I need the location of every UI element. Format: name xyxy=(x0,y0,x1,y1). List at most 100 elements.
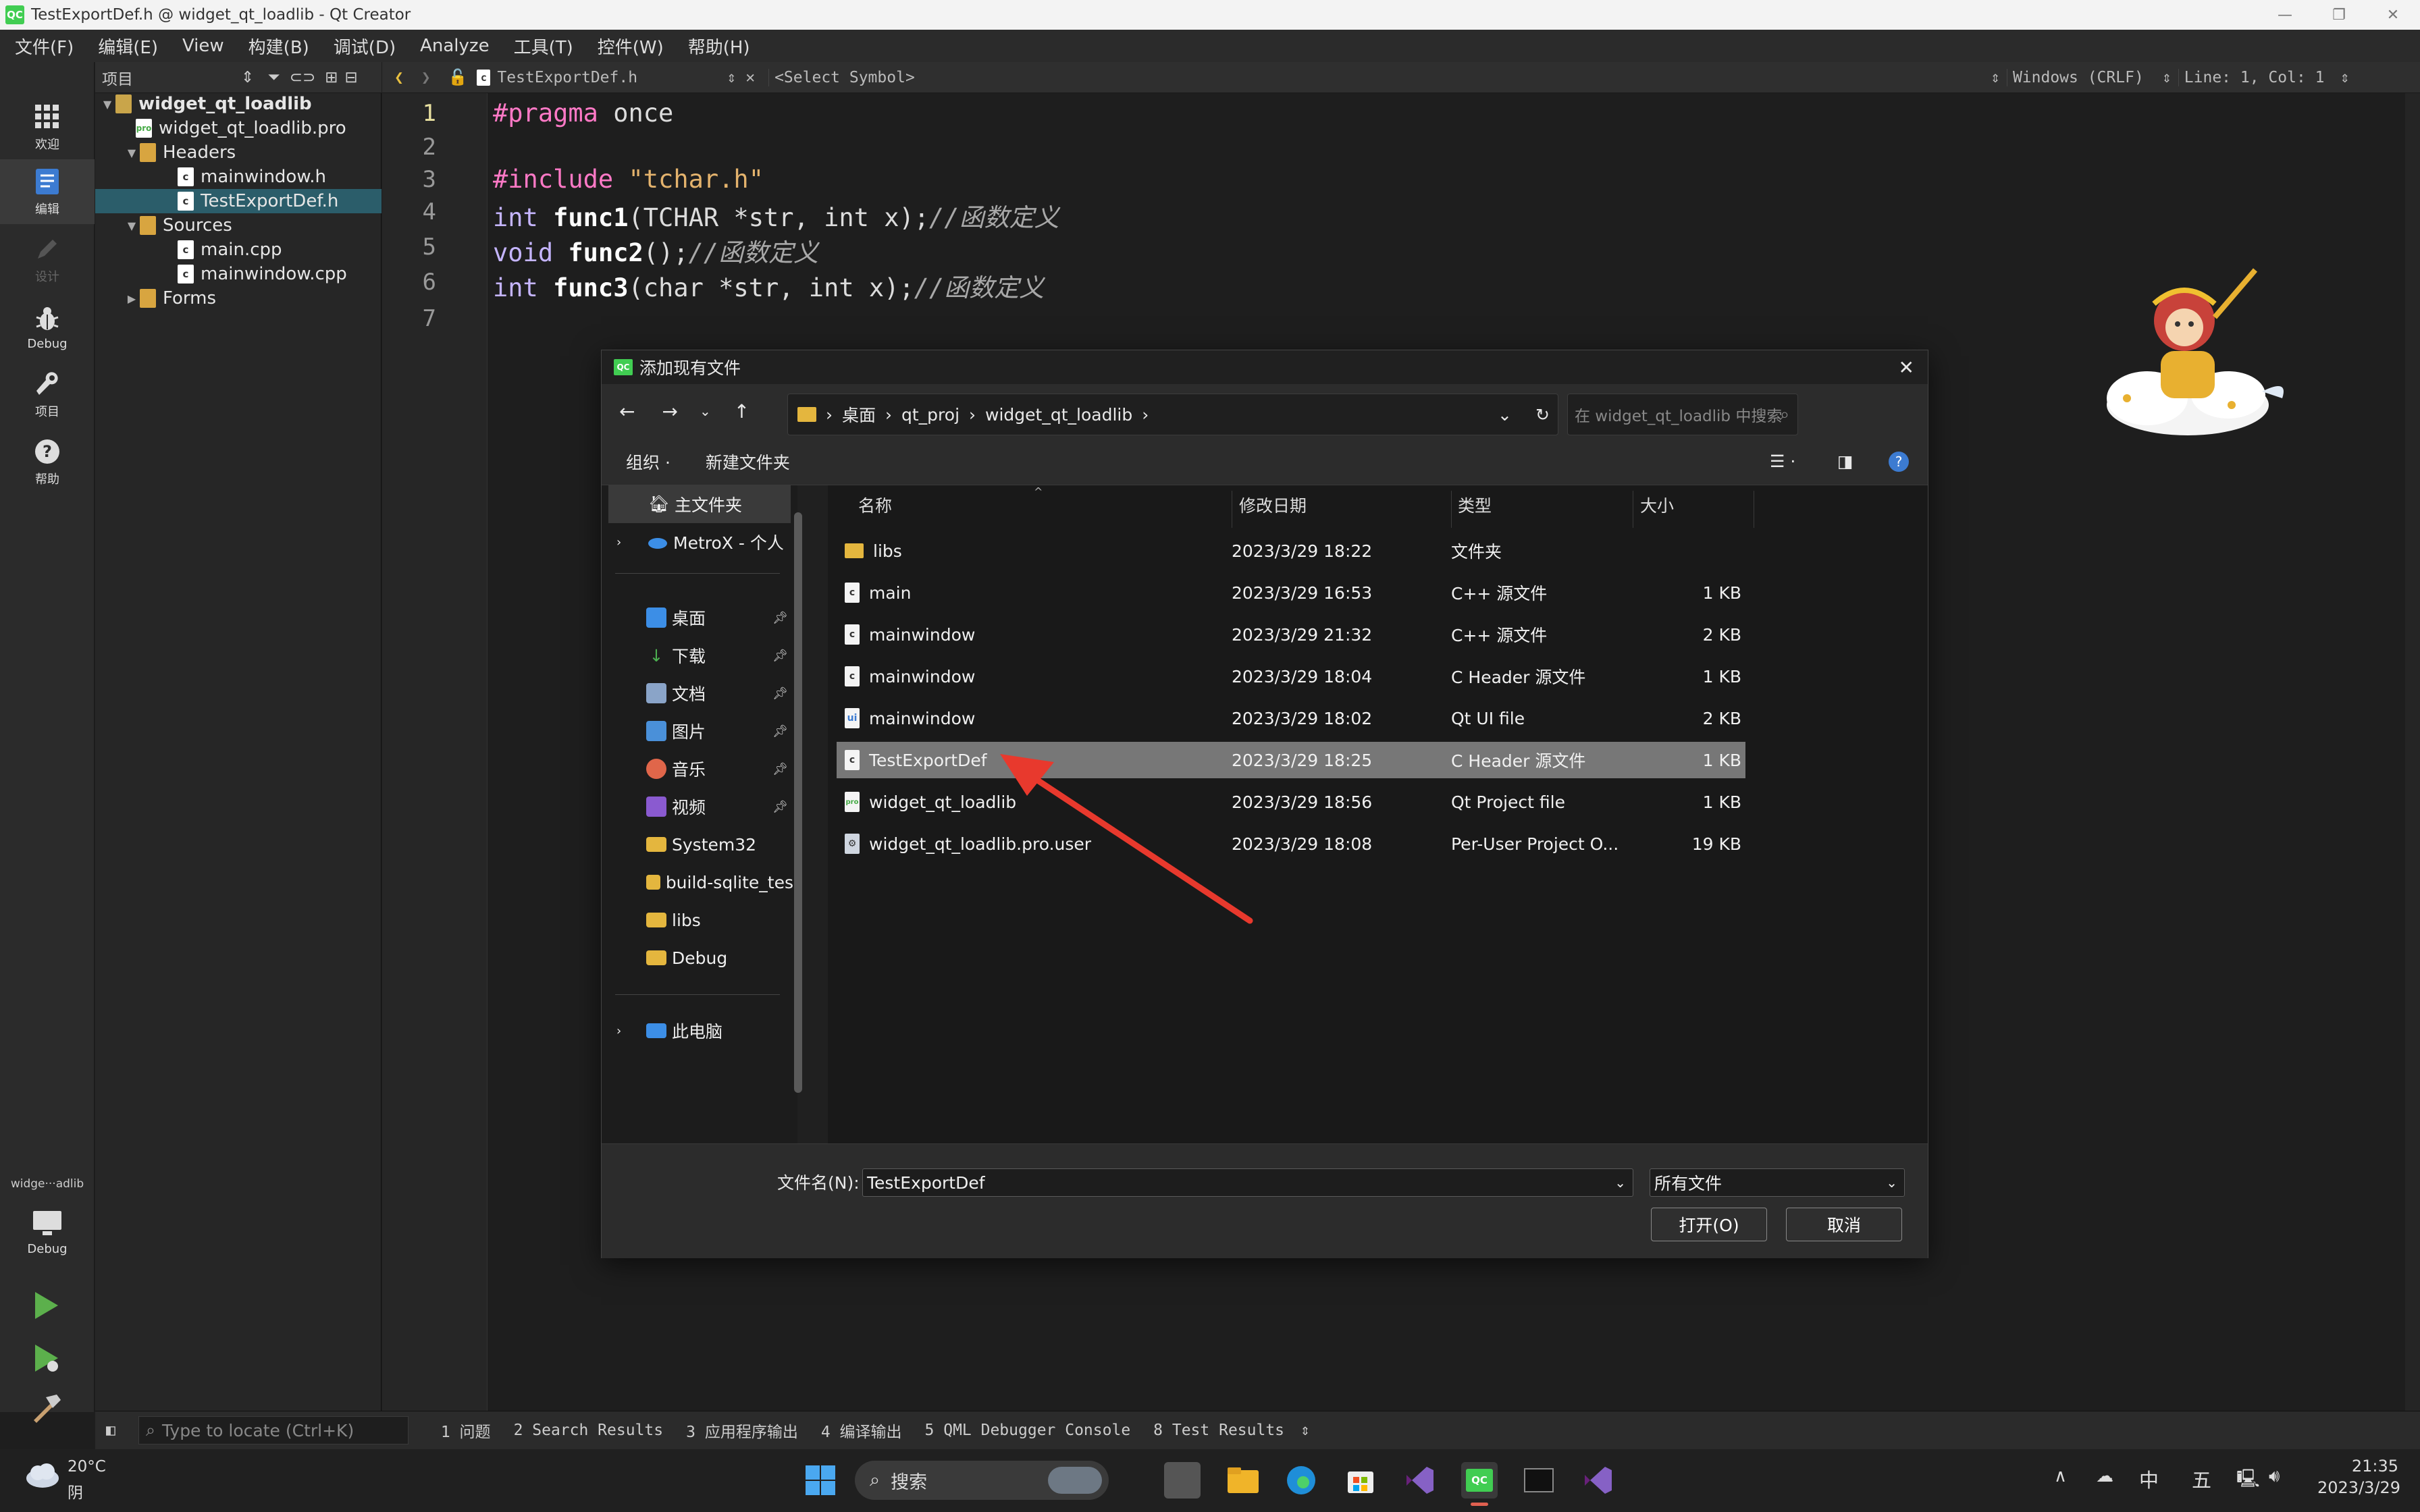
run-button[interactable] xyxy=(30,1289,62,1322)
menu-help[interactable]: 帮助(H) xyxy=(672,34,758,59)
forward-arrow-icon[interactable]: ❯ xyxy=(421,69,431,86)
expand-arrow-icon[interactable]: ▼ xyxy=(124,146,140,159)
collapse-arrow-icon[interactable]: ▶ xyxy=(124,292,140,305)
symbol-selector-arrow-icon[interactable]: ⇕ xyxy=(1991,69,2000,86)
open-button[interactable]: 打开(O) xyxy=(1651,1208,1767,1241)
file-row[interactable]: ui mainwindow 2023/3/29 18:02 Qt UI file … xyxy=(837,700,1745,736)
network-icon[interactable]: 🖳︎ xyxy=(2236,1466,2260,1496)
file-selector-arrow-icon[interactable]: ⇕ xyxy=(727,69,736,86)
expand-arrow-icon[interactable]: › xyxy=(616,1024,646,1038)
back-arrow-icon[interactable]: ← xyxy=(619,400,635,423)
tree-sources[interactable]: ▼ Sources xyxy=(95,213,382,238)
lock-icon[interactable]: 🔓 xyxy=(448,68,468,86)
minimize-button[interactable]: — xyxy=(2258,0,2312,30)
start-windows-icon[interactable] xyxy=(802,1462,839,1498)
locator-input[interactable]: ⌕ Type to locate (Ctrl+K) xyxy=(138,1416,409,1444)
output-tab-qml-console[interactable]: 5 QML Debugger Console xyxy=(925,1422,1131,1439)
forward-arrow-icon[interactable]: → xyxy=(662,400,677,423)
organize-button[interactable]: 组织 · xyxy=(626,450,670,474)
editor-vertical-scrollbar[interactable] xyxy=(2405,93,2420,1411)
pin-icon[interactable]: 📌︎ xyxy=(772,724,788,738)
symbol-selector[interactable]: <Select Symbol> xyxy=(768,68,1991,86)
tray-overflow-icon[interactable]: ∧ xyxy=(2054,1466,2067,1486)
target-selector[interactable]: Debug xyxy=(0,1195,95,1269)
nav-onedrive[interactable]: › MetroX - 个人 xyxy=(602,523,793,561)
toggle-sidebar-icon[interactable]: ◧ xyxy=(106,1422,115,1439)
nav-desktop[interactable]: 桌面 📌︎ xyxy=(602,599,793,637)
breadcrumb-desktop[interactable]: 桌面 xyxy=(842,402,876,427)
maximize-button[interactable]: ❐ xyxy=(2312,0,2366,30)
breadcrumb-project[interactable]: widget_qt_loadlib xyxy=(985,405,1132,425)
volume-icon[interactable]: 🔊︎ xyxy=(2269,1466,2280,1487)
store-icon[interactable] xyxy=(1342,1462,1379,1498)
menu-view[interactable]: View xyxy=(166,36,232,56)
visual-studio-icon[interactable] xyxy=(1402,1462,1438,1498)
address-bar[interactable]: › 桌面 › qt_proj › widget_qt_loadlib › ⌄ ↻ xyxy=(787,394,1558,435)
weather-temp[interactable]: 20°C xyxy=(68,1458,106,1476)
file-row[interactable]: c mainwindow 2023/3/29 18:04 C Header 源文件… xyxy=(837,658,1745,695)
column-header-date[interactable]: 修改日期 xyxy=(1239,491,1307,519)
mode-design[interactable]: 设计 xyxy=(0,227,95,292)
taskbar-search-box[interactable]: ⌕ 搜索 xyxy=(855,1461,1109,1500)
breadcrumb-qt-proj[interactable]: qt_proj xyxy=(901,405,959,425)
nav-home[interactable]: 🏠︎ 主文件夹 xyxy=(608,485,791,523)
file-row-selected[interactable]: c TestExportDef 2023/3/29 18:25 C Header … xyxy=(837,742,1745,778)
nav-folder-system32[interactable]: System32 xyxy=(602,826,793,863)
menu-build[interactable]: 构建(B) xyxy=(232,34,317,59)
folder-search-input[interactable]: 在 widget_qt_loadlib 中搜索 ⌕ xyxy=(1567,394,1798,435)
pin-icon[interactable]: 📌︎ xyxy=(772,762,788,776)
onedrive-cloud-icon[interactable]: ☁ xyxy=(2096,1466,2113,1486)
menu-analyze[interactable]: Analyze xyxy=(404,36,497,56)
file-row[interactable]: c mainwindow 2023/3/29 21:32 C++ 源文件 2 KB xyxy=(837,616,1745,653)
nav-this-pc[interactable]: › 此电脑 xyxy=(602,1012,793,1050)
mode-edit[interactable]: 编辑 xyxy=(0,159,95,224)
tree-project-root[interactable]: ▼ widget_qt_loadlib xyxy=(95,92,382,116)
link-icon[interactable]: ⊂⊃ xyxy=(290,69,316,86)
split-icon[interactable]: ⊞ xyxy=(325,69,338,86)
filter-icon[interactable]: ⏷ xyxy=(267,69,280,86)
debug-run-button[interactable] xyxy=(30,1342,62,1374)
navigation-scrollbar[interactable] xyxy=(794,512,802,1093)
open-file-selector[interactable]: TestExportDef.h xyxy=(497,69,727,86)
menu-debug[interactable]: 调试(D) xyxy=(317,34,404,59)
file-row[interactable]: pro widget_qt_loadlib 2023/3/29 18:56 Qt … xyxy=(837,784,1745,820)
more-tabs-arrow-icon[interactable]: ⇕ xyxy=(1300,1422,1310,1439)
output-tab-app-output[interactable]: 3 应用程序输出 xyxy=(686,1419,798,1442)
back-arrow-icon[interactable]: ❮ xyxy=(394,69,404,86)
output-tab-issues[interactable]: 1 问题 xyxy=(441,1419,491,1442)
weather-cloud-icon[interactable] xyxy=(24,1462,61,1489)
file-row[interactable]: libs 2023/3/29 18:22 文件夹 xyxy=(837,533,1745,569)
task-view-icon[interactable] xyxy=(1164,1462,1201,1498)
view-options-icon[interactable]: ☰ · xyxy=(1770,452,1795,471)
tree-source-mainwindow[interactable]: c mainwindow.cpp xyxy=(95,262,382,286)
mode-help[interactable]: ? 帮助 xyxy=(0,429,95,494)
chevron-down-icon[interactable]: ⌄ xyxy=(1886,1174,1897,1191)
ime-mode[interactable]: 中 xyxy=(2139,1465,2159,1493)
qt-creator-taskbar-icon[interactable]: QC xyxy=(1461,1462,1498,1498)
refresh-icon[interactable]: ↻ xyxy=(1535,405,1550,425)
cursor-position[interactable]: Line: 1, Col: 1 xyxy=(2178,68,2340,86)
encoding-selector[interactable]: Windows (CRLF) xyxy=(2006,68,2162,86)
close-window-button[interactable]: ✕ xyxy=(2366,0,2420,30)
column-header-name[interactable]: 名称 xyxy=(858,491,892,519)
pin-icon[interactable]: 📌︎ xyxy=(772,611,788,625)
close-document-icon[interactable]: ✕ xyxy=(745,69,755,86)
file-type-filter[interactable]: 所有文件 ⌄ xyxy=(1650,1168,1905,1197)
nav-folder-debug[interactable]: Debug xyxy=(602,939,793,977)
weather-condition[interactable]: 阴 xyxy=(68,1480,83,1503)
preview-pane-icon[interactable]: ◨ xyxy=(1837,452,1853,471)
column-header-type[interactable]: 类型 xyxy=(1458,491,1492,519)
expand-arrow-icon[interactable]: ▼ xyxy=(124,219,140,232)
nav-folder-build[interactable]: build-sqlite_tes xyxy=(602,863,793,901)
pin-icon[interactable]: 📌︎ xyxy=(772,800,788,814)
dialog-close-button[interactable]: ✕ xyxy=(1899,356,1914,379)
file-row[interactable]: ⚙ widget_qt_loadlib.pro.user 2023/3/29 18… xyxy=(837,826,1745,862)
mode-projects[interactable]: 项目 xyxy=(0,362,95,427)
nav-documents[interactable]: 文档 📌︎ xyxy=(602,674,793,712)
expand-arrow-icon[interactable]: › xyxy=(616,535,648,549)
column-header-size[interactable]: 大小 xyxy=(1640,491,1674,519)
menu-controls[interactable]: 控件(W) xyxy=(581,34,672,59)
pin-icon[interactable]: 📌︎ xyxy=(772,649,788,663)
mode-welcome[interactable]: 欢迎 xyxy=(0,94,95,159)
tree-forms[interactable]: ▶ Forms xyxy=(95,286,382,310)
